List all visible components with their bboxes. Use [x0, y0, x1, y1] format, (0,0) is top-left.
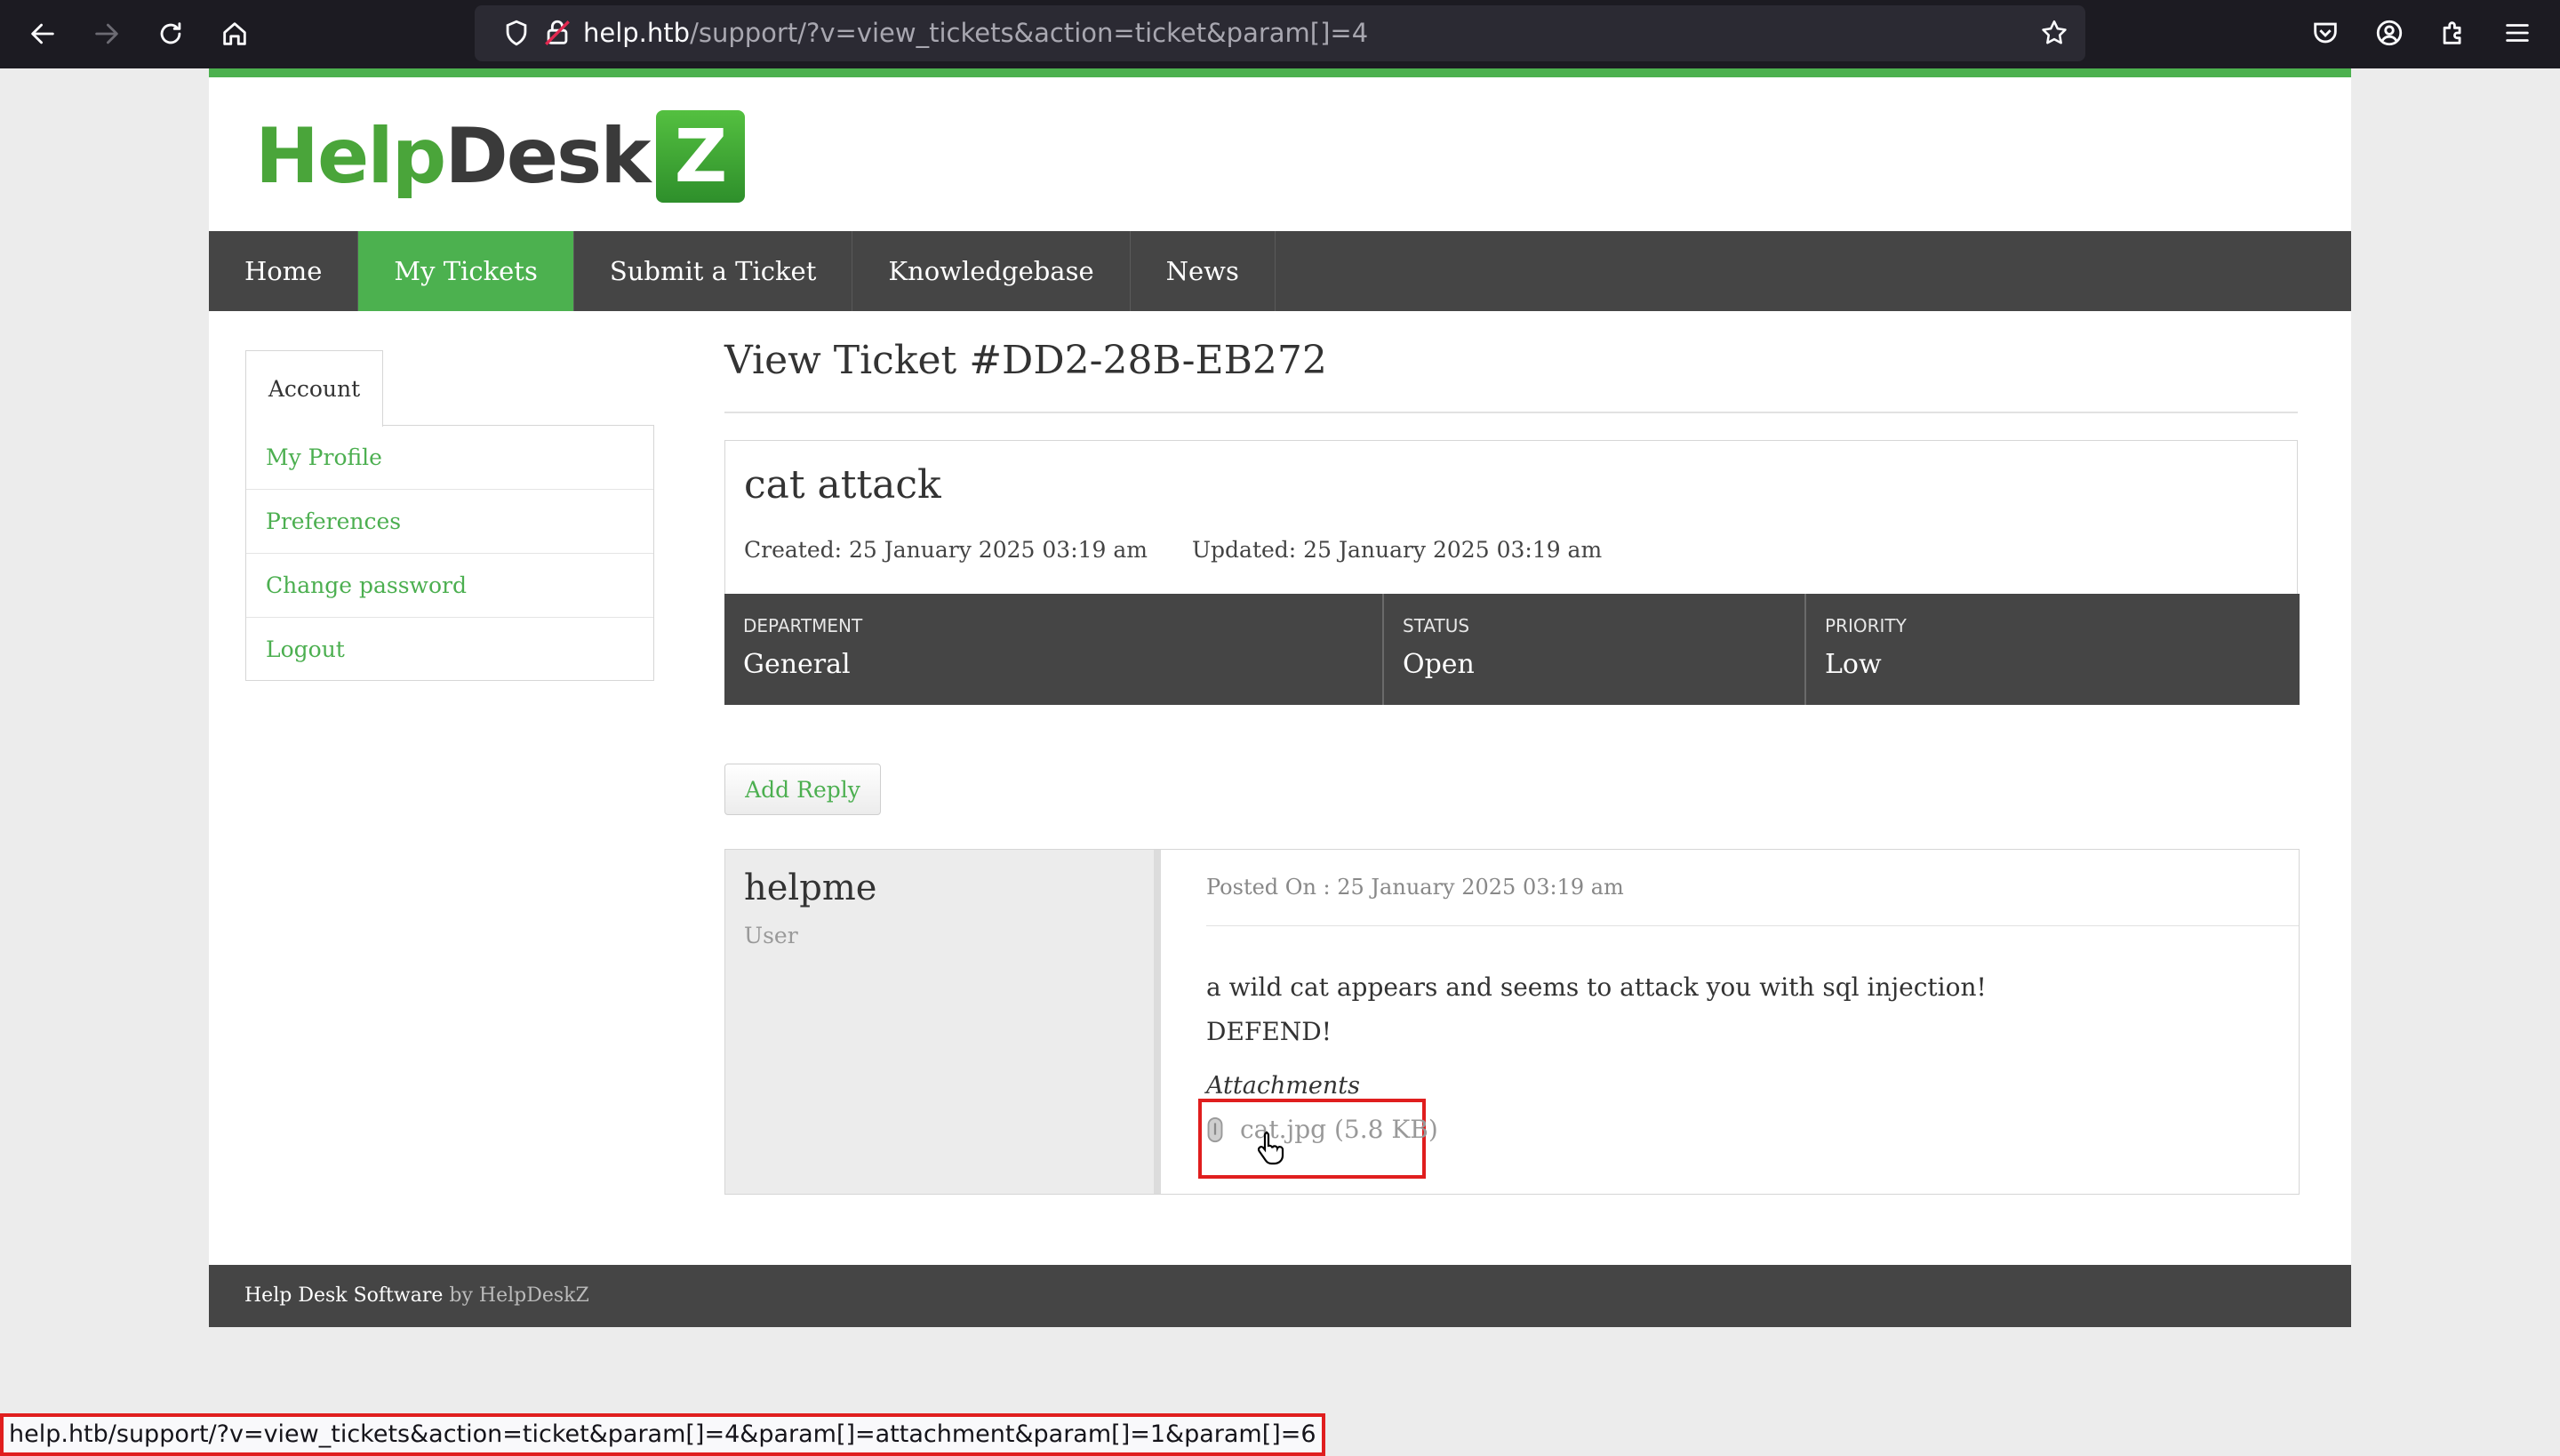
footer-software-link[interactable]: Help Desk Software: [244, 1284, 443, 1307]
arrow-right-icon: [95, 23, 118, 44]
status-value: Open: [1403, 649, 1475, 680]
reply-message-line: DEFEND!: [1206, 1017, 1332, 1046]
department-label: DEPARTMENT: [743, 615, 863, 636]
reply-message: a wild cat appears and seems to attack y…: [1206, 965, 1987, 1054]
reply-message-line: a wild cat appears and seems to attack y…: [1206, 972, 1987, 1002]
department-cell: DEPARTMENT General: [724, 594, 1384, 705]
account-button[interactable]: [2373, 17, 2405, 49]
pocket-icon: [2314, 22, 2337, 44]
sidebar-link-logout[interactable]: Logout: [246, 618, 653, 682]
account-sidebar: My Profile Preferences Change password L…: [245, 425, 654, 681]
bookmark-star-icon[interactable]: [2039, 18, 2069, 48]
ticket-dates: Created: 25 January 2025 03:19 am Updated…: [744, 537, 1602, 563]
puzzle-icon: [2443, 21, 2461, 44]
reply-meta: Posted On : 25 January 2025 03:19 am: [1206, 850, 2299, 926]
browser-toolbar: help.htb/support/?v=view_tickets&action=…: [0, 0, 2560, 68]
main-navigation: Home My Tickets Submit a Ticket Knowledg…: [209, 231, 2351, 311]
attachments-label: Attachments: [1206, 1072, 1361, 1100]
sidebar-tab-account[interactable]: Account: [245, 350, 383, 427]
shield-icon[interactable]: [501, 18, 532, 48]
arrow-left-icon: [31, 23, 54, 44]
sidebar-link-change-password[interactable]: Change password: [246, 554, 653, 618]
logo-wordmark: HelpDesk: [255, 112, 651, 201]
reply-role: User: [744, 923, 798, 948]
helpdeskz-logo[interactable]: HelpDesk Z: [255, 104, 746, 209]
status-label: STATUS: [1403, 615, 1470, 636]
url-host: help.htb: [583, 18, 691, 48]
nav-home[interactable]: Home: [209, 231, 359, 311]
ticket-subject: cat attack: [744, 462, 941, 508]
status-cell: STATUS Open: [1384, 594, 1806, 705]
priority-label: PRIORITY: [1825, 615, 1907, 636]
nav-submit-ticket[interactable]: Submit a Ticket: [574, 231, 853, 311]
attachment-size: (5.8 KB): [1333, 1115, 1438, 1144]
footer-by[interactable]: by HelpDeskZ: [449, 1284, 588, 1307]
ticket-info-bar: DEPARTMENT General STATUS Open PRIORITY …: [724, 594, 2300, 705]
back-button[interactable]: [21, 12, 64, 55]
insecure-lock-icon[interactable]: [542, 18, 572, 48]
ticket-created: Created: 25 January 2025 03:19 am: [744, 537, 1148, 563]
sidebar-link-preferences[interactable]: Preferences: [246, 490, 653, 554]
pocket-button[interactable]: [2309, 17, 2341, 49]
home-icon: [223, 22, 246, 45]
ticket-updated: Updated: 25 January 2025 03:19 am: [1191, 537, 1603, 563]
forward-button[interactable]: [85, 12, 128, 55]
reply-author-panel: helpme User: [725, 850, 1161, 1194]
priority-cell: PRIORITY Low: [1806, 594, 2300, 705]
top-accent-strip: [209, 68, 2351, 77]
hand-pointer-cursor-icon: [1257, 1131, 1284, 1165]
extensions-button[interactable]: [2437, 17, 2469, 49]
site-header: HelpDesk Z: [209, 77, 2351, 231]
home-button[interactable]: [213, 12, 256, 55]
priority-value: Low: [1825, 649, 1882, 680]
page-title: View Ticket #DD2-28B-EB272: [724, 338, 1327, 383]
footer-credit: Help Desk Software by HelpDeskZ: [244, 1265, 589, 1327]
add-reply-button[interactable]: Add Reply: [724, 764, 881, 815]
url-text[interactable]: help.htb/support/?v=view_tickets&action=…: [583, 5, 1368, 61]
content-area: Account My Profile Preferences Change pa…: [209, 311, 2351, 1265]
title-divider: [724, 412, 2298, 413]
url-bar[interactable]: help.htb/support/?v=view_tickets&action=…: [475, 5, 2085, 61]
reload-icon: [160, 22, 181, 44]
account-icon: [2376, 20, 2403, 46]
url-path: /support/?v=view_tickets&action=ticket&p…: [690, 18, 1369, 48]
hamburger-menu-icon: [2506, 24, 2529, 42]
nav-news[interactable]: News: [1131, 231, 1276, 311]
app-menu-button[interactable]: [2501, 17, 2533, 49]
logo-z-badge: Z: [656, 110, 746, 203]
posted-on: Posted On : 25 January 2025 03:19 am: [1206, 875, 1624, 900]
nav-knowledgebase[interactable]: Knowledgebase: [852, 231, 1131, 311]
nav-my-tickets[interactable]: My Tickets: [358, 231, 574, 311]
link-status-bar: help.htb/support/?v=view_tickets&action=…: [0, 1413, 1325, 1456]
sidebar-link-my-profile[interactable]: My Profile: [246, 426, 653, 490]
reload-button[interactable]: [149, 12, 192, 55]
attachment-link[interactable]: cat.jpg (5.8 KB): [1206, 1115, 1438, 1144]
department-value: General: [743, 649, 851, 680]
paperclip-icon: [1207, 1116, 1223, 1142]
ticket-summary: cat attack Created: 25 January 2025 03:1…: [724, 440, 2298, 594]
page-container: HelpDesk Z Home My Tickets Submit a Tick…: [209, 68, 2351, 1327]
reply-username: helpme: [744, 868, 877, 908]
site-footer: Help Desk Software by HelpDeskZ: [209, 1265, 2351, 1327]
ticket-reply: helpme User Posted On : 25 January 2025 …: [724, 849, 2300, 1195]
